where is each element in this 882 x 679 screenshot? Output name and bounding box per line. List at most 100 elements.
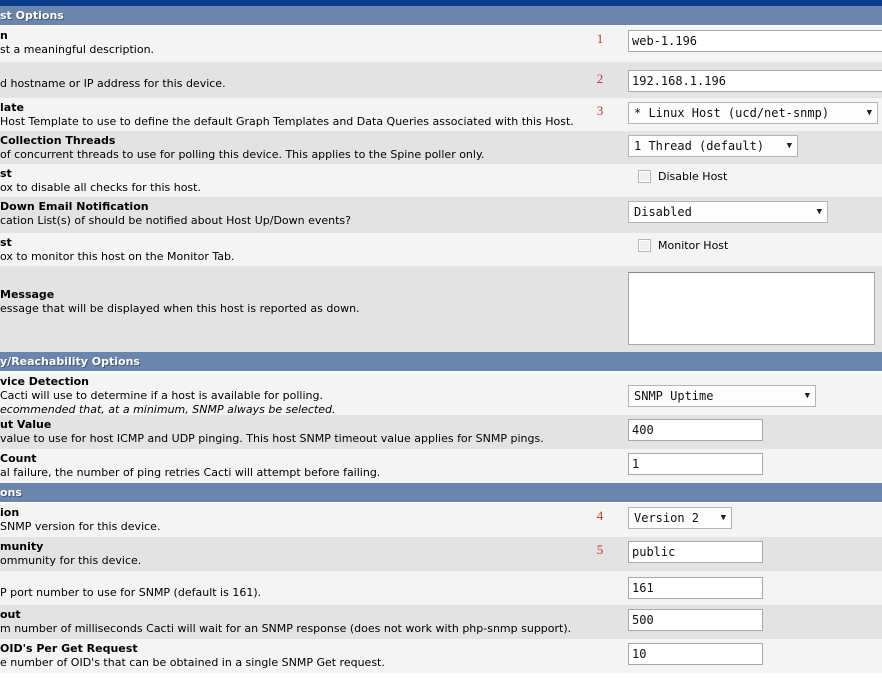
row-host-template-label: late Host Template to use to define the … — [0, 98, 628, 131]
snmp-timeout-input[interactable] — [628, 609, 763, 631]
row-notification-field: Disabled ▼ — [628, 197, 882, 227]
row-hostname-field: 2 — [597, 62, 882, 96]
notification-desc: cation List(s) of should be notified abo… — [0, 214, 352, 227]
host-template-select[interactable]: * Linux Host (ucd/net-snmp) ▼ — [628, 102, 878, 124]
row-notification-label: Down Email Notification cation List(s) o… — [0, 197, 628, 231]
row-hostname-label: d hostname or IP address for this device… — [0, 62, 628, 94]
row-host-template-field: 3 * Linux Host (ucd/net-snmp) ▼ — [597, 98, 882, 128]
snmp-community-input[interactable] — [628, 541, 763, 563]
row-snmp-port-label: P port number to use for SNMP (default i… — [0, 571, 628, 603]
downed-device-detection-select[interactable]: SNMP Uptime ▼ — [628, 385, 816, 407]
row-collection-threads-label: Collection Threads of concurrent threads… — [0, 131, 628, 164]
row-downed-device-detection: vice Detection Cacti will use to determi… — [0, 372, 882, 415]
row-notification: Down Email Notification cation List(s) o… — [0, 197, 882, 233]
monitor-host-checkbox[interactable] — [638, 239, 651, 252]
row-snmp-port: P port number to use for SNMP (default i… — [0, 571, 882, 605]
snmp-port-input[interactable] — [628, 577, 763, 599]
row-snmp-timeout-field — [628, 605, 882, 635]
down-message-textarea[interactable] — [628, 272, 875, 345]
row-disable-host: st ox to disable all checks for this hos… — [0, 164, 882, 197]
down-message-title: Message — [0, 288, 55, 301]
ping-retry-count-desc: al failure, the number of ping retries C… — [0, 466, 381, 479]
description-title: n — [0, 29, 8, 42]
row-ping-retry-count-label: Count al failure, the number of ping ret… — [0, 449, 628, 483]
row-snmp-timeout-label: out m number of milliseconds Cacti will … — [0, 605, 628, 639]
row-snmp-community: munity ommunity for this device. 5 — [0, 537, 882, 571]
snmp-port-desc: P port number to use for SNMP (default i… — [0, 586, 262, 599]
section-header-snmp-options-label: ons — [0, 486, 22, 499]
collection-threads-select[interactable]: 1 Thread (default) ▼ — [628, 135, 798, 157]
description-input[interactable] — [628, 30, 882, 52]
row-max-oids-label: OID's Per Get Request e number of OID's … — [0, 639, 628, 673]
host-template-select-value: * Linux Host (ucd/net-snmp) — [634, 106, 830, 120]
row-ping-timeout-label: ut Value value to use for host ICMP and … — [0, 415, 628, 449]
annotation-marker-2: 2 — [596, 71, 604, 86]
downed-device-detection-select-value: SNMP Uptime — [634, 389, 714, 403]
chevron-down-icon: ▼ — [866, 107, 872, 118]
collection-threads-title: Collection Threads — [0, 134, 116, 147]
row-snmp-version-label: ion SNMP version for this device. — [0, 503, 628, 537]
chevron-down-icon: ▼ — [720, 512, 726, 523]
snmp-timeout-desc: m number of milliseconds Cacti will wait… — [0, 622, 572, 635]
section-header-availability-label: y/Reachability Options — [0, 355, 140, 368]
notification-title: Down Email Notification — [0, 200, 149, 213]
row-disable-host-label: st ox to disable all checks for this hos… — [0, 164, 628, 197]
downed-device-detection-desc2: ecommended that, at a minimum, SNMP alwa… — [0, 403, 336, 415]
down-message-desc: essage that will be displayed when this … — [0, 302, 360, 315]
snmp-version-select[interactable]: Version 2 ▼ — [628, 507, 732, 529]
row-downed-device-detection-field: SNMP Uptime ▼ — [628, 372, 882, 411]
annotation-marker-4: 4 — [596, 508, 604, 523]
row-snmp-version: ion SNMP version for this device. 4 Vers… — [0, 503, 882, 537]
row-max-oids: OID's Per Get Request e number of OID's … — [0, 639, 882, 673]
max-oids-input[interactable] — [628, 643, 763, 665]
monitor-host-checkbox-label: Monitor Host — [658, 239, 729, 252]
row-snmp-timeout: out m number of milliseconds Cacti will … — [0, 605, 882, 639]
downed-device-detection-title: vice Detection — [0, 375, 89, 388]
notification-select-value: Disabled — [634, 205, 692, 219]
downed-device-detection-desc: Cacti will use to determine if a host is… — [0, 389, 323, 402]
max-oids-title: OID's Per Get Request — [0, 642, 138, 655]
ping-timeout-input[interactable] — [628, 419, 763, 441]
section-header-host-options: st Options — [0, 6, 882, 26]
disable-host-checkbox-wrap[interactable]: Disable Host — [628, 168, 727, 183]
row-monitor-host-field: Monitor Host — [628, 233, 882, 256]
annotation-marker-1: 1 — [596, 31, 604, 46]
notification-select[interactable]: Disabled ▼ — [628, 201, 828, 223]
cacti-host-options-page: st Options n st a meaningful description… — [0, 0, 882, 679]
row-snmp-community-field: 5 — [597, 537, 882, 567]
row-snmp-version-field: 4 Version 2 ▼ — [597, 503, 882, 533]
collection-threads-desc: of concurrent threads to use for polling… — [0, 148, 485, 161]
monitor-host-title: st — [0, 236, 12, 249]
ping-timeout-desc: value to use for host ICMP and UDP pingi… — [0, 432, 544, 445]
ping-retry-count-input[interactable] — [628, 453, 763, 475]
chevron-down-icon: ▼ — [786, 140, 792, 151]
snmp-version-title: ion — [0, 506, 20, 519]
host-template-title: late — [0, 101, 24, 114]
row-host-template: late Host Template to use to define the … — [0, 98, 882, 131]
description-desc: st a meaningful description. — [0, 43, 155, 56]
monitor-host-desc: ox to monitor this host on the Monitor T… — [0, 250, 235, 263]
max-oids-desc: e number of OID's that can be obtained i… — [0, 656, 385, 669]
row-disable-host-field: Disable Host — [628, 164, 882, 187]
section-header-availability: y/Reachability Options — [0, 352, 882, 372]
annotation-marker-5: 5 — [596, 542, 604, 557]
row-collection-threads: Collection Threads of concurrent threads… — [0, 131, 882, 164]
row-max-oids-field — [628, 639, 882, 669]
monitor-host-checkbox-wrap[interactable]: Monitor Host — [628, 237, 728, 252]
disable-host-checkbox-label: Disable Host — [658, 170, 728, 183]
disable-host-checkbox[interactable] — [638, 170, 651, 183]
hostname-input[interactable] — [628, 70, 882, 92]
disable-host-desc: ox to disable all checks for this host. — [0, 181, 201, 194]
row-down-message-field — [628, 266, 882, 349]
snmp-timeout-title: out — [0, 608, 21, 621]
section-header-host-options-label: st Options — [0, 9, 64, 22]
row-snmp-community-label: munity ommunity for this device. — [0, 537, 628, 571]
row-down-message-label: Message essage that will be displayed wh… — [0, 266, 628, 319]
row-collection-threads-field: 1 Thread (default) ▼ — [628, 131, 882, 161]
row-description: n st a meaningful description. 1 — [0, 26, 882, 62]
disable-host-title: st — [0, 167, 12, 180]
snmp-community-title: munity — [0, 540, 44, 553]
row-ping-retry-count: Count al failure, the number of ping ret… — [0, 449, 882, 483]
row-ping-timeout: ut Value value to use for host ICMP and … — [0, 415, 882, 449]
row-snmp-port-field — [628, 571, 882, 603]
